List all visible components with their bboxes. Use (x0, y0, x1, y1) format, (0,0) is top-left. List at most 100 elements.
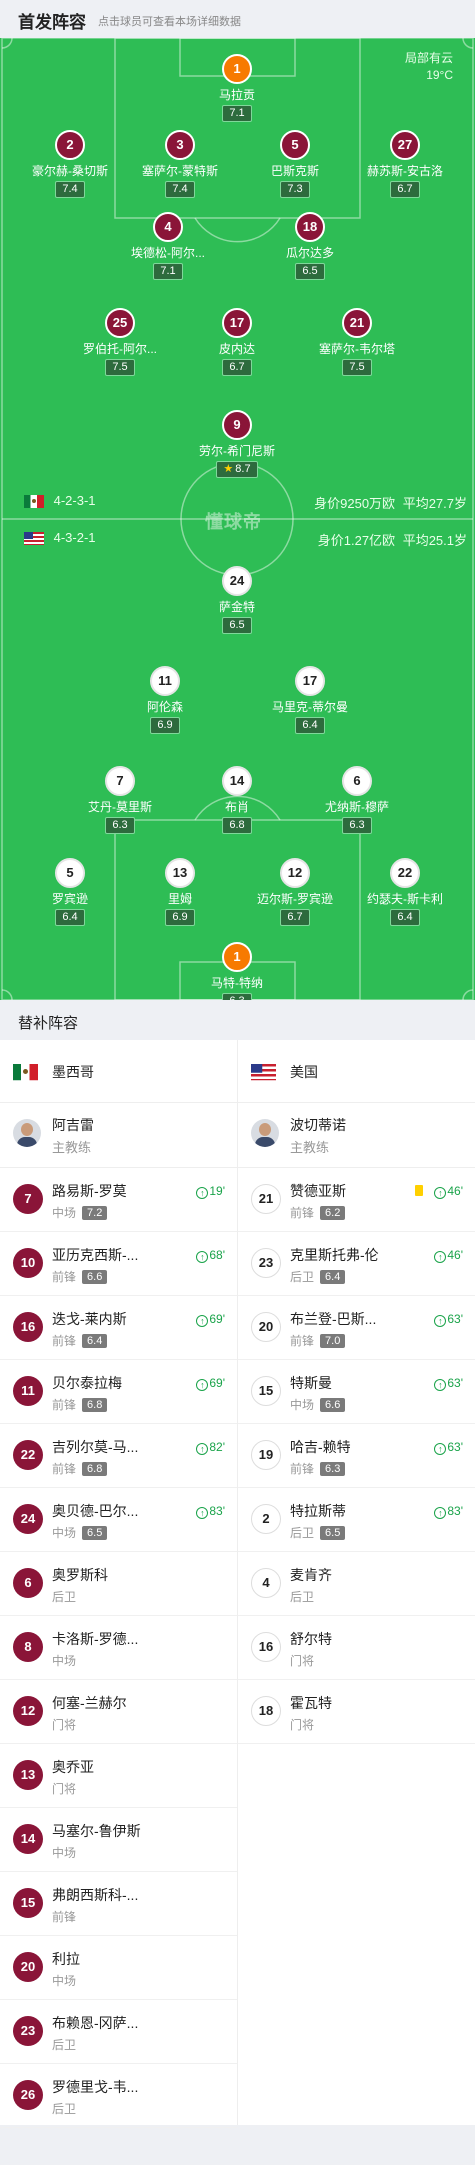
player-name: 罗德里戈-韦... (52, 2079, 139, 2095)
player-name: 吉列尔莫-马... (52, 1439, 139, 1455)
pitch-player-u14[interactable]: 14 布肖 6.8 (182, 766, 292, 834)
player-rating: 7.3 (280, 181, 310, 198)
pitch-player-u12[interactable]: 12 迈尔斯-罗宾逊 6.7 (240, 858, 350, 926)
sub-player-row[interactable]: 16 舒尔特 门将 (238, 1616, 475, 1680)
jersey-number: 12 (280, 858, 310, 888)
player-rating: 7.1 (153, 263, 183, 280)
pitch-player-u7[interactable]: 7 艾丹-莫里斯 6.3 (65, 766, 175, 834)
player-rating: 6.8 (82, 1398, 108, 1412)
sub-player-row[interactable]: 7 路易斯-罗莫 中场 7.2 ↑ 19' (0, 1168, 237, 1232)
sub-player-row[interactable]: 4 麦肯齐 后卫 (238, 1552, 475, 1616)
player-position: 门将 (52, 1780, 76, 1797)
player-name: 埃德松-阿尔... (131, 246, 205, 260)
sub-in-minute: ↑ 63' (434, 1440, 463, 1455)
sub-player-row[interactable]: 20 利拉 中场 (0, 1936, 237, 2000)
player-name: 克里斯托弗-伦 (290, 1247, 379, 1263)
player-rating: 6.9 (165, 909, 195, 926)
sub-player-row[interactable]: 18 霍瓦特 门将 (238, 1680, 475, 1744)
player-rating: 6.7 (390, 181, 420, 198)
sub-player-row[interactable]: 8 卡洛斯-罗德... 中场 (0, 1616, 237, 1680)
sub-player-row[interactable]: 23 布赖恩-冈萨... 后卫 (0, 2000, 237, 2064)
away-formation-row: 4-3-2-1 (24, 530, 96, 546)
pitch-player-u24[interactable]: 24 萨金特 6.5 (182, 566, 292, 634)
sub-minute-text: 68' (209, 1248, 225, 1262)
position-label: 门将 (290, 1718, 315, 1732)
position-label: 前锋 (290, 1334, 315, 1348)
sub-player-row[interactable]: 23 克里斯托弗-伦 后卫 6.4 ↑ 46' (238, 1232, 475, 1296)
sub-player-row[interactable]: 10 亚历克西斯-... 前锋 6.6 ↑ 68' (0, 1232, 237, 1296)
pitch-player-u1[interactable]: 1 马特-特纳 6.3 (182, 942, 292, 1000)
position-label: 前锋 (52, 1334, 77, 1348)
pitch-player-p5[interactable]: 5 巴斯克斯 7.3 (240, 130, 350, 198)
jersey-number: 22 (390, 858, 420, 888)
pitch-player-u6[interactable]: 6 尤纳斯-穆萨 6.3 (302, 766, 412, 834)
coach-usa[interactable]: 波切蒂诺 主教练 (238, 1103, 475, 1168)
player-rating: 6.3 (320, 1462, 346, 1476)
sub-player-row[interactable]: 2 特拉斯蒂 后卫 6.5 ↑ 83' (238, 1488, 475, 1552)
coach-mexico[interactable]: 阿吉雷 主教练 (0, 1103, 237, 1168)
jersey-number: 10 (13, 1248, 43, 1278)
pitch-player-u17[interactable]: 17 马里克-蒂尔曼 6.4 (255, 666, 365, 734)
jersey-number: 24 (222, 566, 252, 596)
sub-player-row[interactable]: 6 奥罗斯科 后卫 (0, 1552, 237, 1616)
player-name: 萨金特 (218, 600, 255, 614)
sub-player-row[interactable]: 26 罗德里戈-韦... 后卫 (0, 2064, 237, 2128)
sub-minute-text: 83' (209, 1504, 225, 1518)
player-rating: 6.6 (82, 1270, 108, 1284)
player-name: 约瑟夫-斯卡利 (367, 892, 443, 906)
player-rating: 7.4 (165, 181, 195, 198)
sub-player-row[interactable]: 20 布兰登-巴斯... 前锋 7.0 ↑ 63' (238, 1296, 475, 1360)
jersey-number: 7 (13, 1184, 43, 1214)
pitch-player-u5[interactable]: 5 罗宾逊 6.4 (15, 858, 125, 926)
sub-player-row[interactable]: 12 何塞-兰赫尔 门将 (0, 1680, 237, 1744)
position-label: 后卫 (52, 2102, 77, 2116)
pitch-player-p2[interactable]: 2 豪尔赫-桑切斯 7.4 (15, 130, 125, 198)
pitch-player-u13[interactable]: 13 里姆 6.9 (125, 858, 235, 926)
sub-player-row[interactable]: 21 赞德亚斯 前锋 6.2 ↑ 46' (238, 1168, 475, 1232)
pitch-player-p9[interactable]: 9 劳尔-希门尼斯 ★ 8.7 (182, 410, 292, 478)
jersey-number: 4 (153, 212, 183, 242)
pitch-player-p4[interactable]: 4 埃德松-阿尔... 7.1 (113, 212, 223, 280)
team-name: 墨西哥 (52, 1064, 94, 1080)
usa-flag-icon (24, 532, 44, 546)
pitch-player-p18[interactable]: 18 瓜尔达多 6.5 (255, 212, 365, 280)
jersey-number: 11 (150, 666, 180, 696)
sub-in-minute: ↑ 63' (434, 1376, 463, 1391)
pitch-player-p21[interactable]: 21 塞萨尔-韦尔塔 7.5 (302, 308, 412, 376)
star-icon: ★ (223, 463, 234, 475)
sub-player-row[interactable]: 15 特斯曼 中场 6.6 ↑ 63' (238, 1360, 475, 1424)
player-position: 前锋 (52, 1908, 76, 1925)
pitch-player-u22[interactable]: 22 约瑟夫-斯卡利 6.4 (350, 858, 460, 926)
sub-player-row[interactable]: 19 哈吉-赖特 前锋 6.3 ↑ 63' (238, 1424, 475, 1488)
sub-in-minute: ↑ 63' (434, 1312, 463, 1327)
sub-player-row[interactable]: 24 奥贝德-巴尔... 中场 6.5 ↑ 83' (0, 1488, 237, 1552)
away-age: 平均25.1岁 (402, 533, 467, 548)
jersey-number: 5 (55, 858, 85, 888)
pitch-player-u11[interactable]: 11 阿伦森 6.9 (110, 666, 220, 734)
sub-player-row[interactable]: 22 吉列尔莫-马... 前锋 6.8 ↑ 82' (0, 1424, 237, 1488)
sub-player-row[interactable]: 15 弗朗西斯科-... 前锋 (0, 1872, 237, 1936)
usa-flag-icon (251, 1064, 276, 1081)
sub-in-minute: ↑ 68' (196, 1248, 225, 1263)
pitch-player-p25[interactable]: 25 罗伯托-阿尔... 7.5 (65, 308, 175, 376)
mexico-flag-icon (24, 495, 44, 509)
pitch-player-p17[interactable]: 17 皮内达 6.7 (182, 308, 292, 376)
pitch-player-p27[interactable]: 27 赫苏斯-安古洛 6.7 (350, 130, 460, 198)
sub-player-row[interactable]: 16 迭戈-莱内斯 前锋 6.4 ↑ 69' (0, 1296, 237, 1360)
sub-in-icon: ↑ (434, 1251, 447, 1263)
sub-in-icon: ↑ (434, 1507, 447, 1519)
pitch-player-gk-malagon[interactable]: 1 马拉贡 7.1 (182, 54, 292, 122)
player-name: 舒尔特 (290, 1631, 332, 1647)
jersey-number: 19 (251, 1440, 281, 1470)
coach-role: 主教练 (52, 1140, 92, 1155)
sub-minute-text: 46' (447, 1184, 463, 1198)
pitch-player-p3[interactable]: 3 塞萨尔-蒙特斯 7.4 (125, 130, 235, 198)
sub-player-row[interactable]: 14 马塞尔-鲁伊斯 中场 (0, 1808, 237, 1872)
sub-player-row[interactable]: 11 贝尔泰拉梅 前锋 6.8 ↑ 69' (0, 1360, 237, 1424)
sub-player-row[interactable]: 13 奥乔亚 门将 (0, 1744, 237, 1808)
player-rating: 6.4 (295, 717, 325, 734)
player-name: 特拉斯蒂 (290, 1503, 346, 1519)
jersey-number: 4 (251, 1568, 281, 1598)
player-name: 布肖 (224, 800, 249, 814)
weather-desc: 局部有云 (404, 51, 453, 65)
